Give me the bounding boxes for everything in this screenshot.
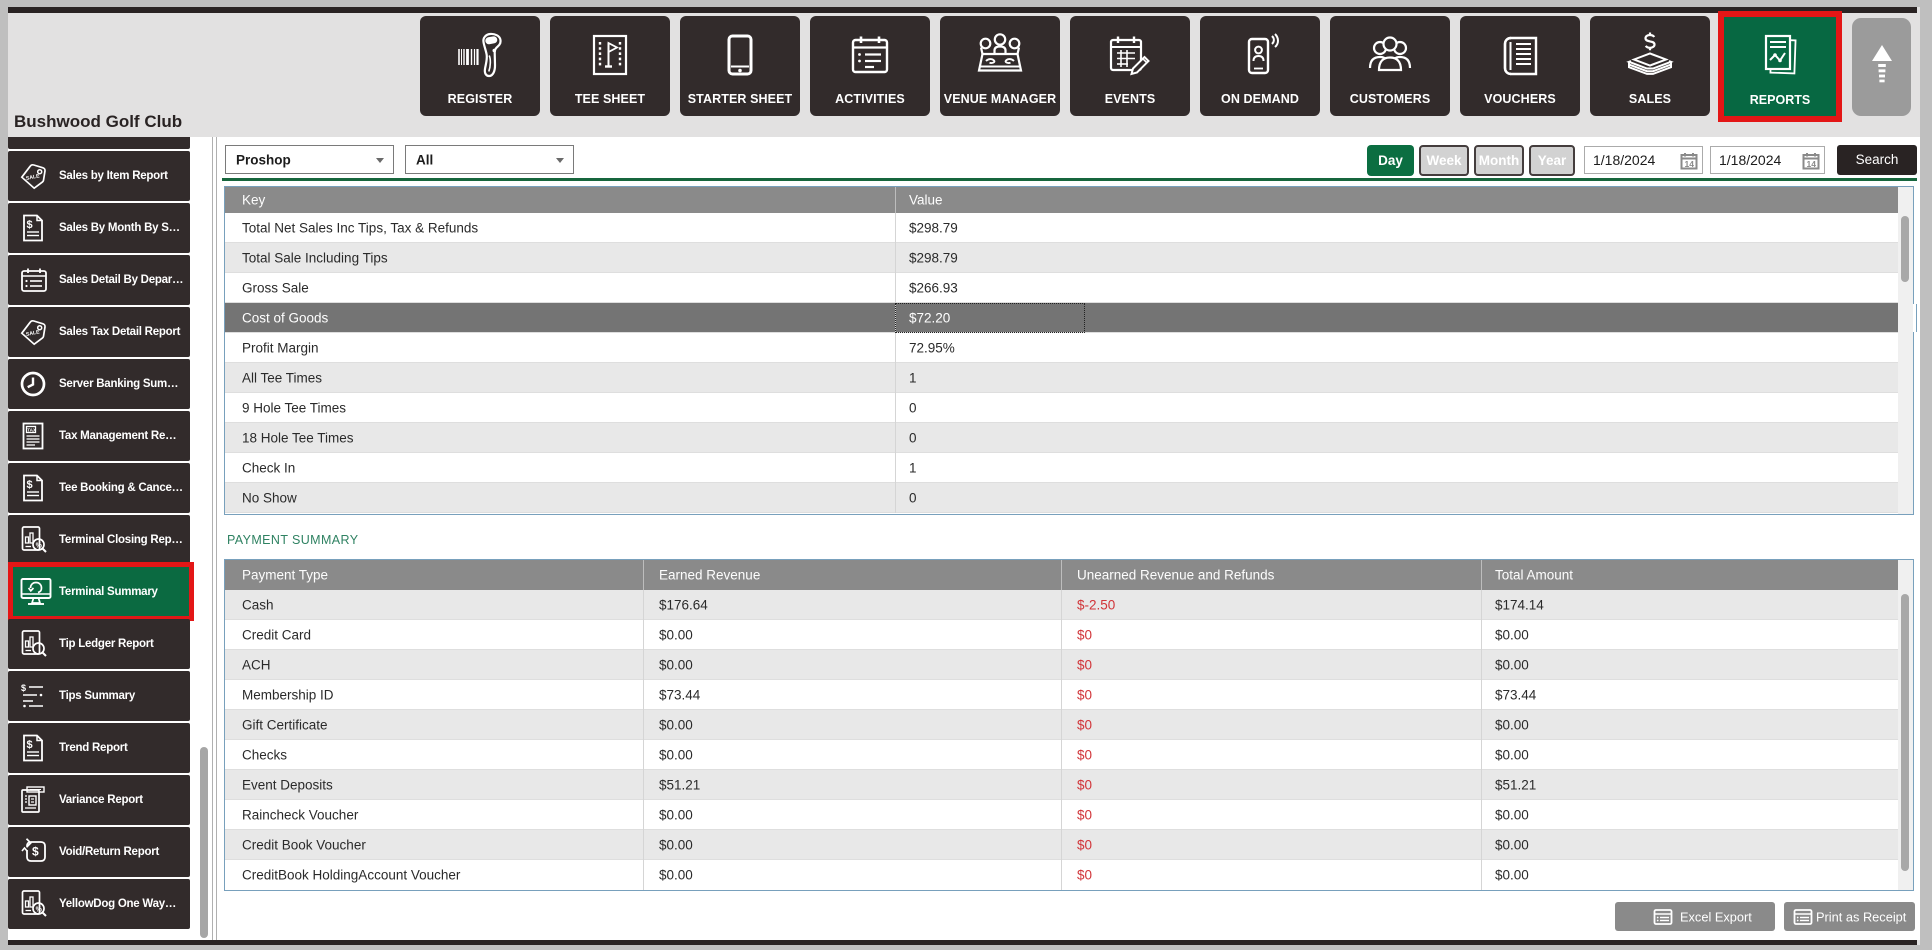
svg-text:$: $ — [27, 219, 33, 231]
svg-text:SALE: SALE — [25, 173, 40, 182]
svg-text:$: $ — [27, 739, 33, 751]
svg-text:$: $ — [32, 845, 39, 859]
svg-text:$: $ — [27, 479, 33, 491]
svg-text:14: 14 — [1807, 159, 1817, 169]
svg-text:%: % — [36, 542, 43, 549]
svg-text:%: % — [36, 906, 43, 913]
svg-text:$: $ — [21, 683, 26, 693]
svg-text:TAX: TAX — [27, 427, 37, 432]
svg-text:SALE: SALE — [25, 329, 40, 338]
svg-text:14: 14 — [1685, 159, 1695, 169]
